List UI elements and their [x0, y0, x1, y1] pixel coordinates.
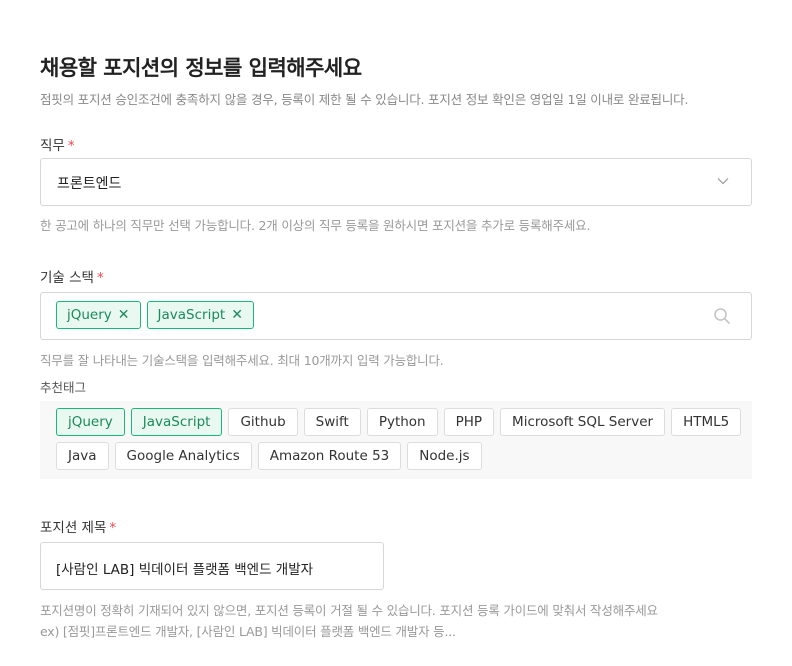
position-title-label-text: 포지션 제목 [40, 520, 107, 536]
position-title-input[interactable]: [사람인 LAB] 빅데이터 플랫폼 백엔드 개발자 [40, 542, 384, 590]
recommended-tags-label: 추천태그 [40, 380, 87, 395]
recommended-tags-area: jQuery JavaScript Github Swift Python PH… [40, 401, 752, 479]
recommended-tag[interactable]: Swift [303, 408, 361, 436]
required-mark: * [67, 138, 75, 154]
selected-stack-label: JavaScript [157, 307, 226, 323]
stack-label-text: 기술 스택 [40, 270, 94, 286]
recommended-tag[interactable]: Python [366, 408, 438, 436]
position-title-value: [사람인 LAB] 빅데이터 플랫폼 백엔드 개발자 [56, 562, 314, 578]
required-mark: * [109, 520, 117, 536]
selected-stack-chip: JavaScript ✕ [146, 301, 254, 329]
close-icon[interactable]: ✕ [231, 307, 243, 323]
job-select-value: 프론트엔드 [57, 176, 122, 192]
stack-input[interactable]: jQuery ✕ JavaScript ✕ [40, 292, 752, 340]
position-example: ex) [점핏]프론트엔드 개발자, [사람인 LAB] 빅데이터 플랫폼 백엔… [40, 624, 456, 639]
stack-help: 직무를 잘 나타내는 기술스택을 입력해주세요. 최대 10개까지 입력 가능합… [40, 353, 444, 368]
job-label: 직무 * [40, 134, 75, 154]
page-title: 채용할 포지션의 정보를 입력해주세요 [40, 56, 362, 80]
position-help: 포지션명이 정확히 기재되어 있지 않으면, 포지션 등록이 거절 될 수 있습… [40, 603, 658, 618]
required-mark: * [96, 270, 104, 286]
position-title-label: 포지션 제목 * [40, 516, 116, 536]
job-help: 한 공고에 하나의 직무만 선택 가능합니다. 2개 이상의 직무 등록을 원하… [40, 218, 591, 233]
recommended-tag[interactable]: Microsoft SQL Server [500, 408, 666, 436]
selected-stack-list: jQuery ✕ JavaScript ✕ [56, 301, 254, 329]
recommended-tag[interactable]: JavaScript [130, 408, 223, 436]
recommended-tag[interactable]: Node.js [407, 442, 482, 470]
stack-label: 기술 스택 * [40, 266, 104, 286]
search-icon[interactable] [713, 307, 731, 325]
recommended-tag[interactable]: jQuery [56, 408, 125, 436]
page-subtitle: 점핏의 포지션 승인조건에 충족하지 않을 경우, 등록이 제한 될 수 있습니… [40, 92, 689, 107]
recommended-tag[interactable]: PHP [443, 408, 495, 436]
chevron-down-icon[interactable] [717, 175, 729, 187]
selected-stack-chip: jQuery ✕ [56, 301, 141, 329]
recommended-tag[interactable]: Google Analytics [114, 442, 252, 470]
recommended-tag[interactable]: Java [56, 442, 109, 470]
recommended-tag-list: jQuery JavaScript Github Swift Python PH… [56, 408, 746, 470]
recommended-tag[interactable]: Amazon Route 53 [257, 442, 402, 470]
job-label-text: 직무 [40, 138, 65, 154]
recommended-tag[interactable]: HTML5 [671, 408, 742, 436]
selected-stack-label: jQuery [67, 307, 112, 323]
job-select[interactable]: 프론트엔드 [40, 158, 752, 206]
close-icon[interactable]: ✕ [118, 307, 130, 323]
recommended-tag[interactable]: Github [228, 408, 298, 436]
